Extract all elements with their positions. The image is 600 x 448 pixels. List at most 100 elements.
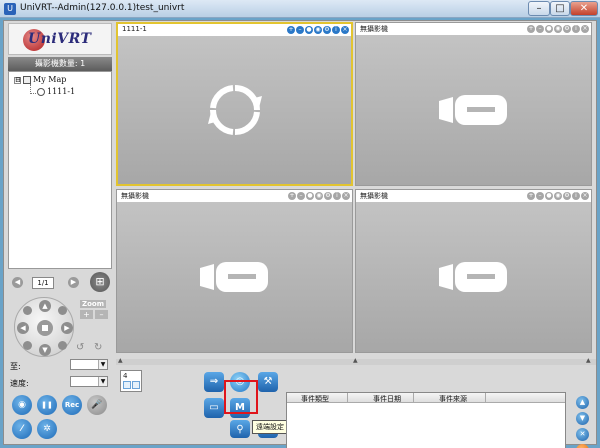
tile-camera-name: 無攝影機 xyxy=(121,192,149,200)
microphone-button[interactable]: 🎤 xyxy=(87,395,107,415)
video-tile-2[interactable]: 無攝影機 + – ● ◉ ⚙ i × xyxy=(355,22,592,186)
maximize-button[interactable]: □ xyxy=(550,1,570,16)
tree-root[interactable]: ⊟ My Map xyxy=(14,75,66,84)
video-tile-1[interactable]: 1111-1 + – ● ◉ ⚙ i × xyxy=(116,22,353,186)
snapshot-icon[interactable]: ◉ xyxy=(554,192,562,200)
network-button[interactable]: ✲ xyxy=(37,419,57,439)
snapshot-icon[interactable]: ◉ xyxy=(314,26,322,34)
scroll-up-button[interactable]: ▲ xyxy=(576,396,589,409)
clear-events-button[interactable]: ✕ xyxy=(576,428,589,441)
info-icon[interactable]: i xyxy=(572,25,580,33)
snapshot-button[interactable]: ◉ xyxy=(12,395,32,415)
tools-button[interactable]: ⚒ xyxy=(258,372,278,392)
snapshot-icon[interactable]: ◉ xyxy=(554,25,562,33)
zoom-in-icon[interactable]: + xyxy=(527,192,535,200)
col-event-date[interactable]: 事件日期 xyxy=(373,394,401,404)
zoom-in-icon[interactable]: + xyxy=(288,192,296,200)
event-log-table[interactable]: 事件類型 事件日期 事件來源 xyxy=(286,392,566,448)
zoom-out-icon[interactable]: – xyxy=(536,192,544,200)
info-icon[interactable]: i xyxy=(332,26,340,34)
device-tree[interactable]: ⊟ My Map 1111-1 xyxy=(8,71,112,269)
minimize-button[interactable]: – xyxy=(528,1,550,16)
tree-camera-label: 1111-1 xyxy=(47,87,76,96)
rotate-right-icon[interactable]: ↻ xyxy=(94,343,108,353)
settings-icon[interactable]: ⚙ xyxy=(324,192,332,200)
preset-select[interactable]: ▼ xyxy=(70,359,108,370)
info-icon[interactable]: i xyxy=(333,192,341,200)
scroll-down-button[interactable]: ▼ xyxy=(576,412,589,425)
zoom-in-icon[interactable]: + xyxy=(287,26,295,34)
zoom-out-icon[interactable]: – xyxy=(296,26,304,34)
tile-header: 無攝影機 + – ● ◉ ⚙ i × xyxy=(356,23,591,35)
tree-collapse-icon[interactable]: ⊟ xyxy=(14,76,21,84)
zoom-in-button[interactable]: + xyxy=(80,310,93,319)
prev-page-button[interactable]: ◀ xyxy=(12,277,23,288)
video-tile-3[interactable]: 無攝影機 + – ● ◉ ⚙ i × xyxy=(116,189,353,353)
ptz-home-button[interactable] xyxy=(37,320,53,336)
camera-list-button[interactable]: ⇒ xyxy=(204,372,224,392)
ptz-up-right-button[interactable] xyxy=(58,306,67,315)
map-icon xyxy=(23,76,31,84)
next-page-button[interactable]: ▶ xyxy=(68,277,79,288)
rotate-left-icon[interactable]: ↺ xyxy=(76,343,90,353)
video-feed xyxy=(356,35,591,185)
close-icon[interactable]: × xyxy=(581,192,589,200)
ptz-right-button[interactable]: ▶ xyxy=(61,322,73,334)
ptz-down-left-button[interactable] xyxy=(23,341,32,350)
chevron-down-icon: ▼ xyxy=(98,377,107,386)
playback-button[interactable]: ▭ xyxy=(204,398,224,418)
ptz-down-button[interactable]: ▼ xyxy=(39,344,51,356)
record-icon[interactable]: ● xyxy=(306,192,314,200)
record-button[interactable]: Rec xyxy=(62,395,82,415)
col-event-source[interactable]: 事件來源 xyxy=(439,394,467,404)
mute-button[interactable]: ⁄ xyxy=(12,419,32,439)
settings-icon[interactable]: ⚙ xyxy=(563,192,571,200)
zoom-in-icon[interactable]: + xyxy=(527,25,535,33)
ptz-up-left-button[interactable] xyxy=(23,306,32,315)
zoom-out-icon[interactable]: – xyxy=(297,192,305,200)
snapshot-icon[interactable]: ◉ xyxy=(315,192,323,200)
highlight-frame xyxy=(224,380,258,414)
title-bar[interactable]: U UniVRT--Admin(127.0.0.1)test_univrt – … xyxy=(0,0,600,18)
close-icon[interactable]: × xyxy=(581,25,589,33)
col-event-type[interactable]: 事件類型 xyxy=(301,394,329,404)
camera-count: 攝影機數量: 1 xyxy=(8,57,112,71)
loading-icon xyxy=(207,85,262,136)
camera-status-icon xyxy=(37,88,45,96)
page-navigator: ◀ 1/1 ▶ ⊞ xyxy=(12,272,112,292)
zoom-out-icon[interactable]: – xyxy=(536,25,544,33)
ptz-control[interactable]: ▲ ▼ ◀ ▶ xyxy=(14,297,74,357)
tree-camera-item[interactable]: 1111-1 xyxy=(37,87,75,96)
tile-header: 無攝影機 + – ● ◉ ⚙ i × xyxy=(356,190,591,202)
ptz-left-button[interactable]: ◀ xyxy=(17,322,29,334)
video-tile-4[interactable]: 無攝影機 + – ● ◉ ⚙ i × xyxy=(355,189,592,353)
record-icon[interactable]: ● xyxy=(545,25,553,33)
speed-select[interactable]: ▼ xyxy=(70,376,108,387)
record-icon[interactable]: ● xyxy=(545,192,553,200)
record-icon[interactable]: ● xyxy=(305,26,313,34)
video-feed xyxy=(117,202,352,352)
info-icon[interactable]: i xyxy=(572,192,580,200)
layout-number: 4 xyxy=(123,372,128,380)
tile-toolbar: + – ● ◉ ⚙ i × xyxy=(287,192,350,201)
panel-splitter[interactable]: ▲ ▲ ▲ xyxy=(116,357,596,365)
user-search-button[interactable]: ⚲ xyxy=(230,420,250,438)
logo-text: UniVRT xyxy=(28,31,92,47)
close-icon[interactable]: × xyxy=(341,26,349,34)
alarm-indicator-icon[interactable] xyxy=(576,444,589,448)
zoom-label: Zoom xyxy=(80,300,106,308)
close-icon[interactable]: × xyxy=(342,192,350,200)
ptz-up-button[interactable]: ▲ xyxy=(39,300,51,312)
close-button[interactable]: ✕ xyxy=(570,1,598,16)
chevron-down-icon: ▼ xyxy=(98,360,107,369)
tile-toolbar: + – ● ◉ ⚙ i × xyxy=(526,192,589,201)
layout-selector[interactable]: 4 xyxy=(120,370,142,392)
ptz-down-right-button[interactable] xyxy=(58,341,67,350)
no-camera-icon xyxy=(199,262,268,292)
settings-icon[interactable]: ⚙ xyxy=(323,26,331,34)
pause-button[interactable]: ❚❚ xyxy=(37,395,57,415)
window-title: UniVRT--Admin(127.0.0.1)test_univrt xyxy=(20,3,185,13)
zoom-out-button[interactable]: – xyxy=(95,310,108,319)
grid-layout-icon[interactable]: ⊞ xyxy=(90,272,110,292)
settings-icon[interactable]: ⚙ xyxy=(563,25,571,33)
